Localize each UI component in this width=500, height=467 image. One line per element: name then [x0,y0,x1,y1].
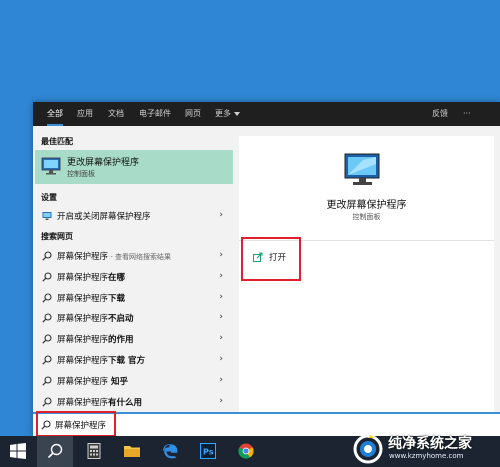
web-search-item[interactable]: 屏幕保护程序不启动 › [33,308,235,328]
preview-subtitle: 控制面板 [352,213,381,221]
photoshop-icon: Ps [200,443,216,459]
more-options-button[interactable]: ··· [463,102,471,126]
web-search-label: 屏幕保护程序有什么用 [57,396,142,408]
chevron-right-icon: › [219,270,223,281]
web-search-completion: 在哪 [108,272,126,283]
web-search-label: 屏幕保护程序不启动 [57,312,134,324]
web-search-label: 屏幕保护程序的作用 [57,333,134,345]
chevron-right-icon: › [219,374,223,385]
search-icon [42,334,52,344]
tab-apps[interactable]: 应用 [77,102,93,126]
web-search-query: 屏幕保护程序 [57,356,109,366]
taskbar-calculator[interactable] [76,436,112,467]
web-search-label: 屏幕保护程序下载 官方 [57,354,145,366]
web-search-label: 屏幕保护程序 - 查看网络搜索结果 [57,250,171,262]
edge-icon [162,444,178,459]
web-search-completion: 有什么用 [108,397,143,408]
windows-icon [10,443,26,459]
watermark-text: 纯净系统之家 [388,436,472,452]
settings-item-label: 开启或关闭屏幕保护程序 [57,212,151,222]
web-search-query: 屏幕保护程序 [57,272,109,283]
taskbar-search-button[interactable] [37,436,73,467]
search-icon [42,272,52,282]
calculator-icon [87,443,101,459]
start-button[interactable] [0,436,36,467]
highlight-box-open [241,237,301,281]
web-search-query: 屏幕保护程序 [57,335,109,346]
chrome-icon [238,443,254,459]
best-match-subtitle: 控制面板 [67,170,95,178]
chevron-right-icon: › [219,291,223,302]
chevron-right-icon: › [219,354,223,364]
highlight-box-search [36,411,116,437]
web-search-query: 屏幕保护程序 [57,376,109,387]
screensaver-setting-icon [42,212,52,220]
best-match-item[interactable]: 更改屏幕保护程序 控制面板 [35,150,233,184]
web-search-item[interactable]: 屏幕保护程序 - 查看网络搜索结果 › [33,246,235,266]
screensaver-icon [41,157,61,175]
taskbar-photoshop[interactable]: Ps [190,436,226,467]
web-search-query: 屏幕保护程序 [57,252,109,262]
screensaver-large-icon [344,153,380,185]
search-icon [47,443,63,459]
tab-docs[interactable]: 文档 [108,102,124,126]
search-icon [42,397,52,407]
web-search-label: 屏幕保护程序下载 [57,292,125,304]
section-best-match: 最佳匹配 [41,137,73,146]
web-search-item[interactable]: 屏幕保护程序下载 › [33,288,235,308]
chevron-right-icon: › [219,333,223,344]
web-search-label: 屏幕保护程序 知乎 [57,375,128,387]
web-search-item[interactable]: 屏幕保护程序有什么用 › [33,392,235,412]
web-search-completion: 下载 [108,293,126,304]
tab-more[interactable]: 更多 [215,102,240,126]
web-search-item[interactable]: 屏幕保护程序下载 官方 › [33,350,235,370]
settings-item[interactable]: 开启或关闭屏幕保护程序 › [33,206,235,226]
search-icon [42,251,52,261]
web-search-query: 屏幕保护程序 [57,314,109,325]
web-search-query: 屏幕保护程序 [57,397,109,408]
web-search-item[interactable]: 屏幕保护程序在哪 › [33,267,235,287]
web-search-label: 屏幕保护程序在哪 [57,271,125,283]
tab-email[interactable]: 电子邮件 [139,102,171,126]
search-icon [42,376,52,386]
tab-all[interactable]: 全部 [47,102,63,126]
web-search-completion: 的作用 [108,335,134,346]
tab-web[interactable]: 网页 [185,102,201,126]
svg-text:Ps: Ps [203,448,214,457]
tab-more-label: 更多 [215,109,231,118]
folder-icon [124,446,140,457]
web-search-suffix: - 查看网络搜索结果 [108,253,171,261]
search-icon [42,293,52,303]
watermark-url: www.kzmyhome.com [389,452,464,460]
section-web: 搜索网页 [41,232,73,241]
search-tabs: 全部 应用 文档 电子邮件 网页 更多 反馈 ··· [33,102,500,126]
feedback-button[interactable]: 反馈 [432,102,448,126]
web-search-completion: 不启动 [108,314,134,325]
chevron-right-icon: › [219,312,223,323]
taskbar-chrome[interactable] [228,436,264,467]
web-search-completion: 知乎 [108,376,128,387]
chevron-down-icon [234,111,240,116]
search-icon [42,355,52,365]
web-search-completion: 下载 官方 [108,356,145,366]
taskbar-file-explorer[interactable] [114,436,150,467]
chevron-right-icon: › [219,250,223,260]
section-settings: 设置 [41,193,57,202]
preview-pane: 更改屏幕保护程序 控制面板 打开 [239,136,494,436]
chevron-right-icon: › [219,395,223,406]
web-search-query: 屏幕保护程序 [57,293,109,304]
web-search-item[interactable]: 屏幕保护程序 知乎 › [33,371,235,391]
search-icon [42,313,52,324]
web-search-item[interactable]: 屏幕保护程序的作用 › [33,329,235,349]
watermark-logo-icon [353,434,383,464]
taskbar-edge[interactable] [152,436,188,467]
preview-title: 更改屏幕保护程序 [326,200,407,211]
results-list: 最佳匹配 更改屏幕保护程序 控制面板 设置 开启或关闭屏幕保护程序 › 搜索网页… [33,126,235,436]
chevron-right-icon: › [219,210,223,220]
best-match-title: 更改屏幕保护程序 [67,158,140,168]
